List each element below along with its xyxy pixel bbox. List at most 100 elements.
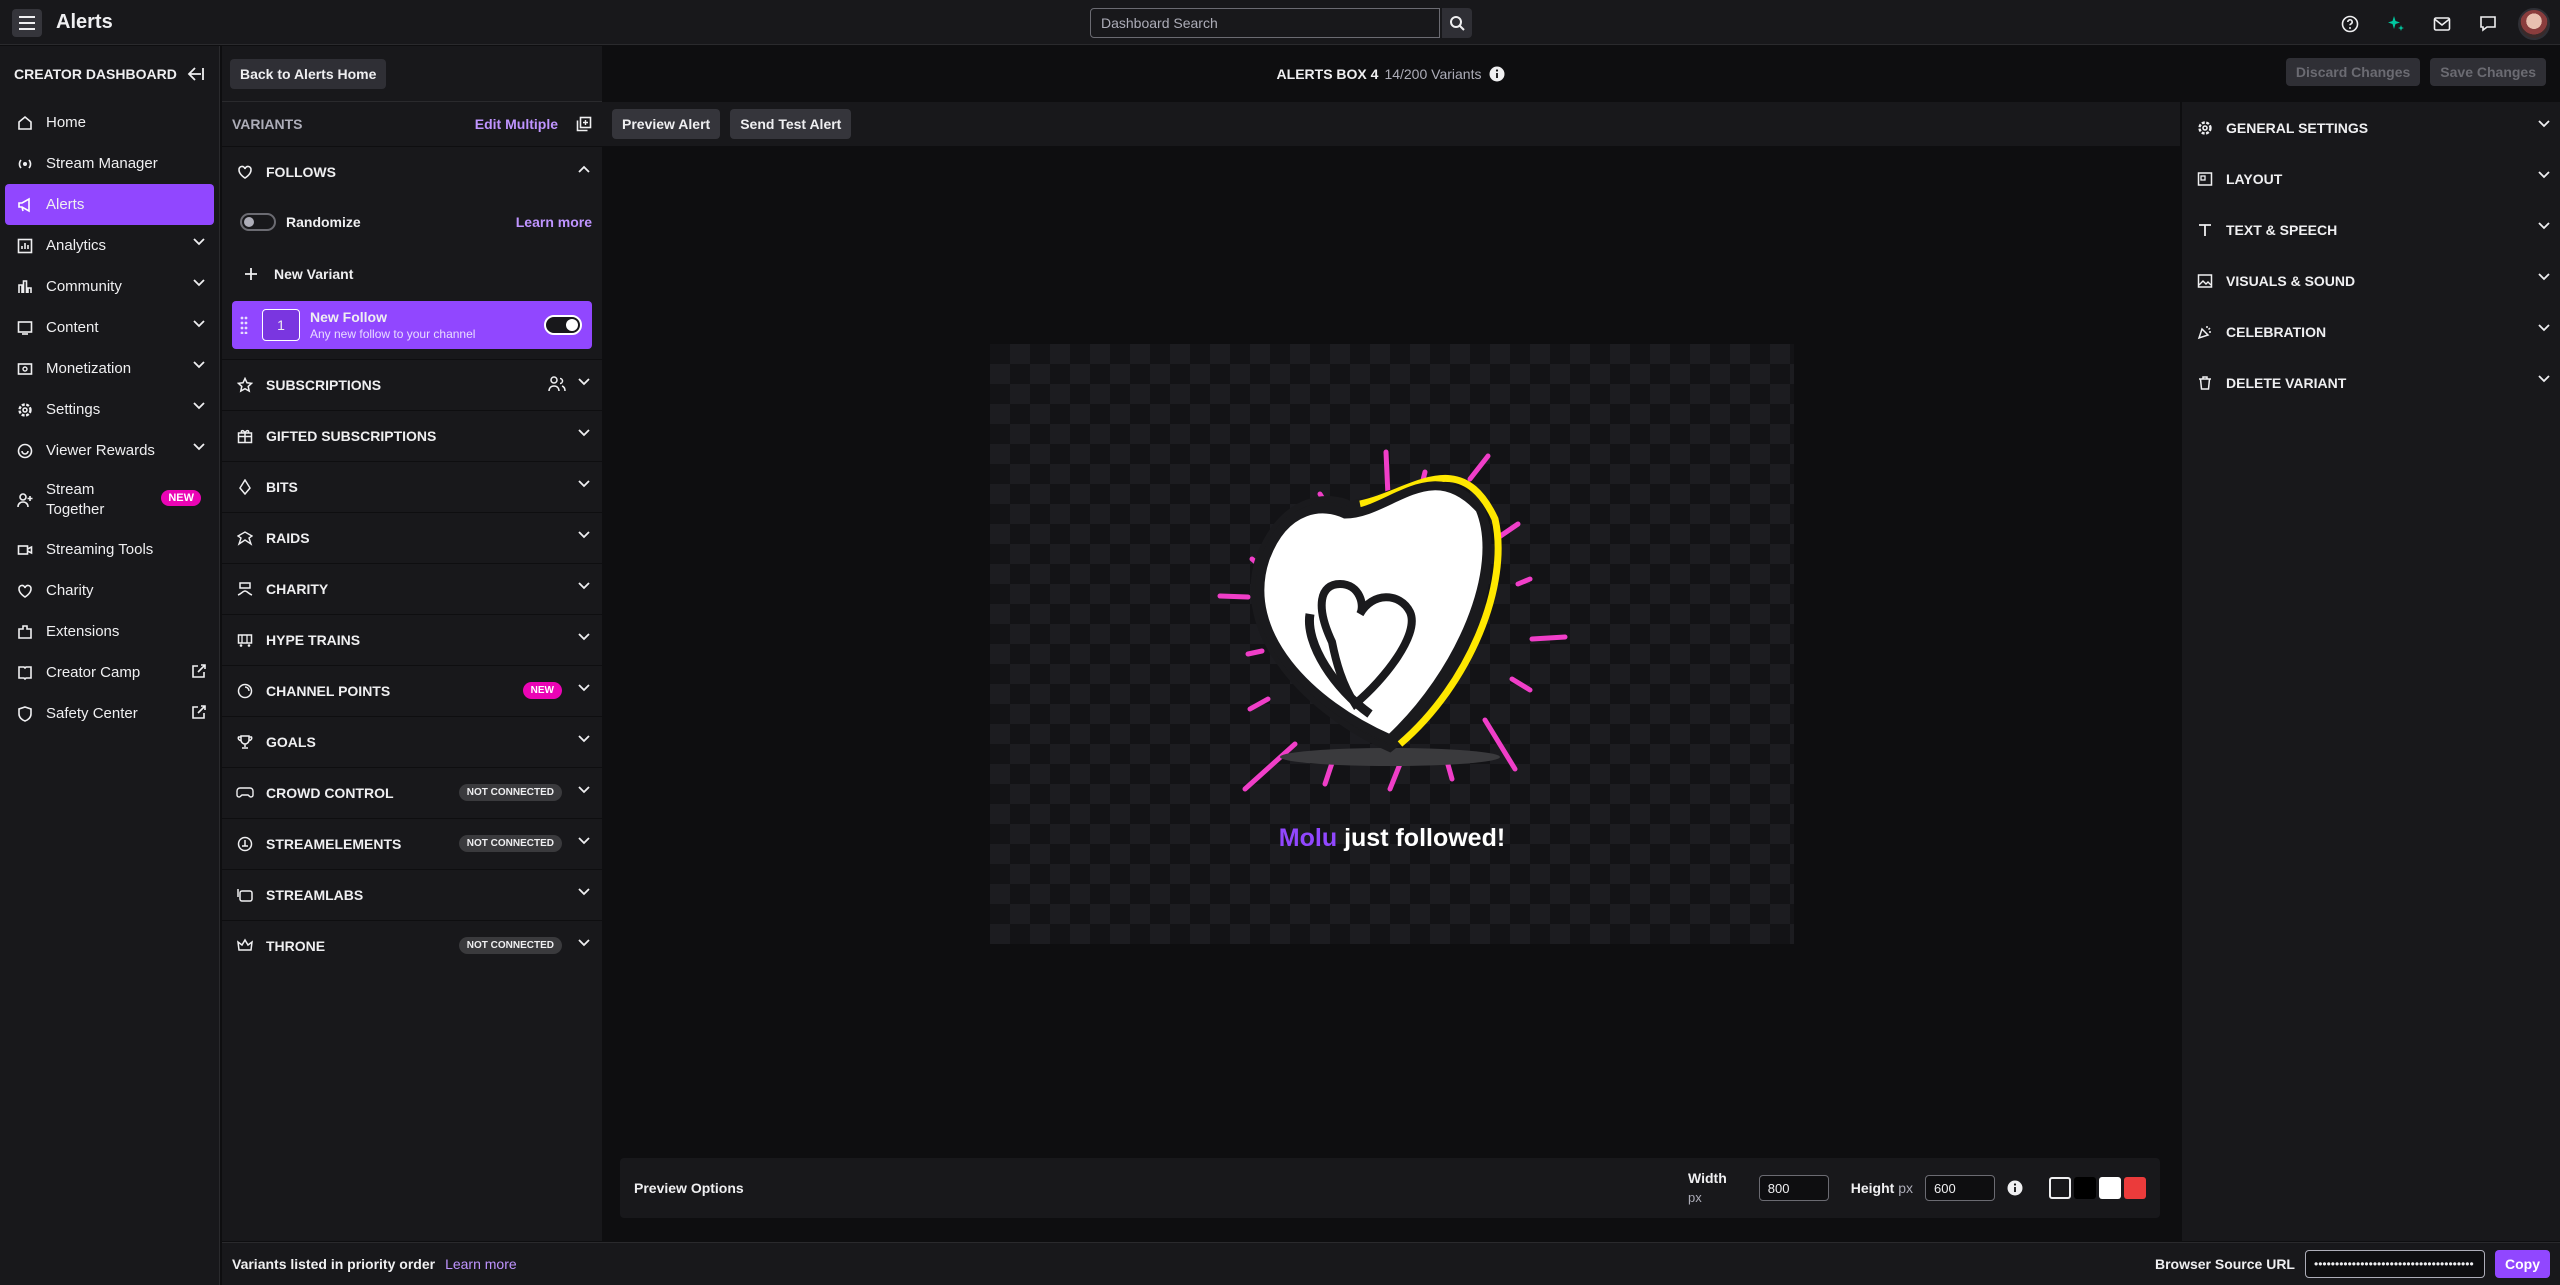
width-input[interactable] <box>1758 1175 1829 1201</box>
chevron-down-icon <box>578 378 590 386</box>
section-gifted-subscriptions[interactable]: GIFTED SUBSCRIPTIONS <box>222 410 602 461</box>
section-title: RAIDS <box>266 530 310 546</box>
nav-item-label: Settings <box>46 401 101 418</box>
settings-section-visuals-sound[interactable]: VISUALS & SOUND <box>2182 255 2560 306</box>
nav-item-analytics[interactable]: Analytics <box>0 225 219 266</box>
info-icon[interactable] <box>2007 1180 2023 1196</box>
copy-button[interactable]: Copy <box>2495 1250 2550 1278</box>
nav-item-monetization[interactable]: Monetization <box>0 348 219 389</box>
help-icon[interactable] <box>2334 9 2366 39</box>
content-icon <box>16 319 34 337</box>
section-throne[interactable]: THRONE NOT CONNECTED <box>222 920 602 971</box>
chevron-down-icon <box>2538 324 2550 332</box>
swatch-black[interactable] <box>2074 1177 2096 1199</box>
charity-icon <box>236 580 254 598</box>
section-streamelements[interactable]: STREAMELEMENTS NOT CONNECTED <box>222 818 602 869</box>
nav-heading-label: CREATOR DASHBOARD <box>14 66 177 82</box>
edit-multiple-link[interactable]: Edit Multiple <box>475 116 558 132</box>
sparkle-icon[interactable] <box>2380 9 2412 39</box>
section-bits[interactable]: BITS <box>222 461 602 512</box>
settings-section-delete-variant[interactable]: DELETE VARIANT <box>2182 357 2560 408</box>
nav-item-home[interactable]: Home <box>0 102 219 143</box>
section-hype-trains[interactable]: HYPE TRAINS <box>222 614 602 665</box>
width-unit: px <box>1688 1190 1702 1205</box>
avatar[interactable] <box>2518 8 2550 40</box>
alerts-box-header: ALERTS BOX 4 14/200 Variants <box>602 46 2180 102</box>
section-title: CHARITY <box>266 581 329 597</box>
creator-dashboard-nav: CREATOR DASHBOARD Home Stream Manager Al… <box>0 46 220 1285</box>
inbox-icon[interactable] <box>2426 9 2458 39</box>
trash-icon <box>2196 374 2214 392</box>
section-title: GIFTED SUBSCRIPTIONS <box>266 428 437 444</box>
priority-input[interactable]: 1 <box>262 309 300 341</box>
drag-handle-icon[interactable] <box>240 316 248 334</box>
info-icon[interactable] <box>1489 66 1505 82</box>
footer-learn-more-link[interactable]: Learn more <box>445 1256 517 1272</box>
chevron-down-icon <box>193 320 205 328</box>
height-unit: px <box>1898 1180 1913 1196</box>
nav-item-stream-manager[interactable]: Stream Manager <box>0 143 219 184</box>
discard-changes-button[interactable]: Discard Changes <box>2285 58 2421 86</box>
settings-section-general[interactable]: GENERAL SETTINGS <box>2182 102 2560 153</box>
nav-item-stream-together[interactable]: Stream Together NEW <box>0 471 219 529</box>
section-charity[interactable]: CHARITY <box>222 563 602 614</box>
section-title: CHANNEL POINTS <box>266 683 391 699</box>
search-button[interactable] <box>1442 8 1472 38</box>
chevron-down-icon <box>2538 222 2550 230</box>
back-to-alerts-home-button[interactable]: Back to Alerts Home <box>230 58 387 89</box>
nav-item-alerts[interactable]: Alerts <box>5 184 214 225</box>
randomize-row: Randomize Learn more <box>232 197 592 247</box>
new-badge: NEW <box>161 490 201 506</box>
section-crowd-control[interactable]: CROWD CONTROL NOT CONNECTED <box>222 767 602 818</box>
settings-section-layout[interactable]: LAYOUT <box>2182 153 2560 204</box>
section-follows[interactable]: FOLLOWS <box>222 146 602 197</box>
nav-item-community[interactable]: Community <box>0 266 219 307</box>
save-changes-button[interactable]: Save Changes <box>2430 58 2546 86</box>
nav-item-extensions[interactable]: Extensions <box>0 611 219 652</box>
nav-item-viewer-rewards[interactable]: Viewer Rewards <box>0 430 219 471</box>
section-streamlabs[interactable]: STREAMLABS <box>222 869 602 920</box>
duplicate-icon[interactable] <box>576 116 592 132</box>
nav-item-content[interactable]: Content <box>0 307 219 348</box>
swatch-white[interactable] <box>2099 1177 2121 1199</box>
width-label: Width <box>1688 1170 1727 1186</box>
streamlabs-icon <box>236 886 254 904</box>
swatch-red[interactable] <box>2124 1177 2146 1199</box>
chevron-down-icon <box>193 361 205 369</box>
variant-card-new-follow[interactable]: 1 New Follow Any new follow to your chan… <box>232 301 592 349</box>
hamburger-menu-icon[interactable] <box>12 9 42 37</box>
section-title: STREAMLABS <box>266 887 364 903</box>
swatch-dark[interactable] <box>2049 1177 2071 1199</box>
new-variant-button[interactable]: New Variant <box>232 247 592 301</box>
section-channel-points[interactable]: CHANNEL POINTS NEW <box>222 665 602 716</box>
search-input[interactable] <box>1090 8 1440 38</box>
nav-item-charity[interactable]: Charity <box>0 570 219 611</box>
settings-section-text-speech[interactable]: TEXT & SPEECH <box>2182 204 2560 255</box>
learn-more-link[interactable]: Learn more <box>516 214 592 230</box>
text-icon <box>2196 221 2214 239</box>
variant-enabled-toggle[interactable] <box>544 315 582 335</box>
page-title: Alerts <box>56 11 113 33</box>
nav-item-streaming-tools[interactable]: Streaming Tools <box>0 529 219 570</box>
height-input[interactable] <box>1925 1175 1995 1201</box>
settings-section-celebration[interactable]: CELEBRATION <box>2182 306 2560 357</box>
rewards-icon <box>16 442 34 460</box>
nav-item-safety-center[interactable]: Safety Center <box>0 693 219 734</box>
whispers-icon[interactable] <box>2472 9 2504 39</box>
section-goals[interactable]: GOALS <box>222 716 602 767</box>
crown-icon <box>236 937 254 955</box>
preview-alert-button[interactable]: Preview Alert <box>612 109 721 139</box>
alert-message-text: just followed! <box>1344 824 1506 852</box>
browser-source-url-input[interactable] <box>2305 1250 2485 1278</box>
chevron-down-icon <box>2538 273 2550 281</box>
send-test-alert-button[interactable]: Send Test Alert <box>730 109 852 139</box>
nav-item-creator-camp[interactable]: Creator Camp <box>0 652 219 693</box>
settings-section-title: DELETE VARIANT <box>2226 374 2347 391</box>
nav-item-settings[interactable]: Settings <box>0 389 219 430</box>
collapse-icon[interactable] <box>187 67 205 81</box>
section-raids[interactable]: RAIDS <box>222 512 602 563</box>
settings-section-title: GENERAL SETTINGS <box>2226 119 2369 136</box>
randomize-toggle[interactable] <box>240 213 276 231</box>
section-subscriptions[interactable]: SUBSCRIPTIONS <box>222 359 602 410</box>
variant-settings-panel: GENERAL SETTINGS LAYOUT TEXT & SPEECH VI… <box>2182 102 2560 1241</box>
